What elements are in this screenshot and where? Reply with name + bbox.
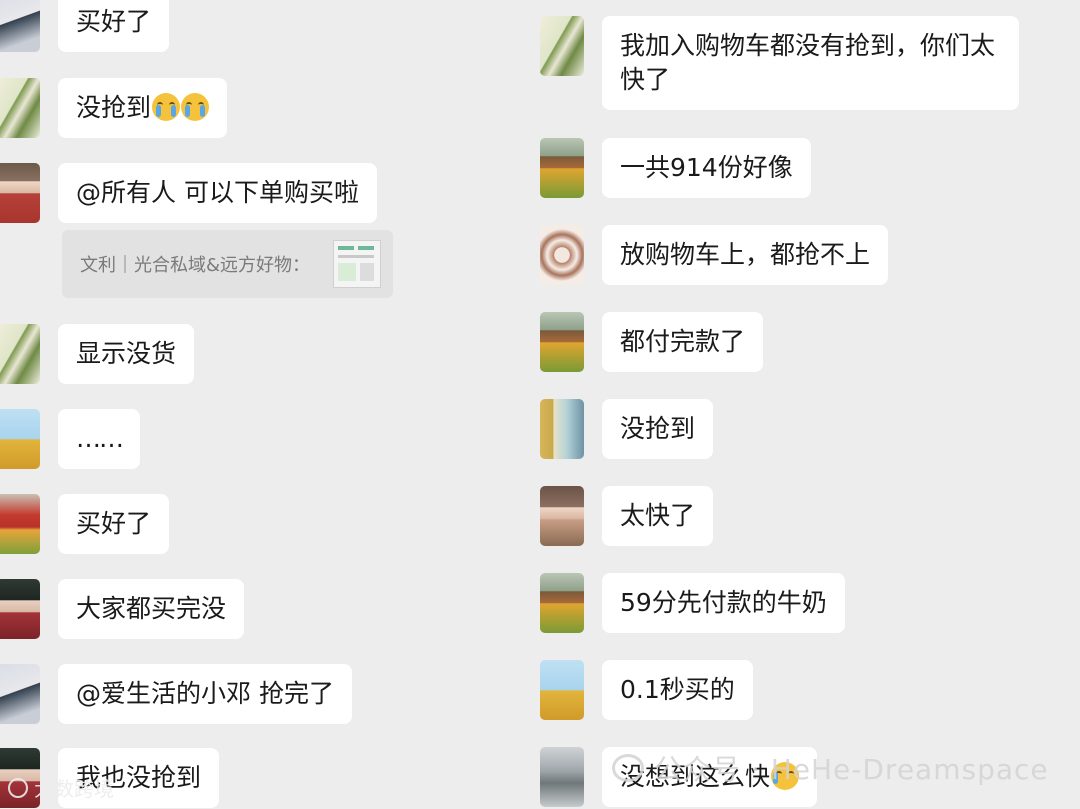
message-row: 0.1秒买的 <box>540 660 753 720</box>
message-bubble[interactable]: 买好了 <box>58 0 170 52</box>
avatar[interactable] <box>0 0 40 52</box>
avatar[interactable] <box>540 16 584 76</box>
message-row: 都付完款了 <box>540 312 764 372</box>
crying-face-icon <box>152 93 181 121</box>
avatar[interactable] <box>540 573 584 633</box>
right-chat-column: 我加入购物车都没有抢到，你们太 快了 一共914份好像 放购物车上，都抢不上 都… <box>540 0 1080 809</box>
message-bubble[interactable]: 没抢到 <box>602 399 714 459</box>
avatar[interactable] <box>540 399 584 459</box>
avatar[interactable] <box>540 138 584 198</box>
message-row: 大家都买完没 <box>0 579 245 639</box>
quote-text: 文利｜光合私域&远方好物： <box>80 255 311 276</box>
brand-text: 大数跨境 <box>34 777 114 801</box>
avatar[interactable] <box>0 579 40 639</box>
avatar[interactable] <box>0 78 40 138</box>
message-row: 我加入购物车都没有抢到，你们太 快了 <box>540 16 1019 110</box>
message-row: 太快了 <box>540 486 714 546</box>
message-bubble[interactable]: 放购物车上，都抢不上 <box>602 225 889 285</box>
message-text: 没抢到 <box>76 93 152 122</box>
message-text-line: 我加入购物车都没有抢到，你们太 <box>620 31 996 60</box>
avatar[interactable] <box>540 312 584 372</box>
message-bubble[interactable]: 太快了 <box>602 486 714 546</box>
message-row: 买好了 <box>0 494 170 554</box>
message-bubble[interactable]: 大家都买完没 <box>58 579 245 639</box>
message-bubble[interactable]: 显示没货 <box>58 324 195 384</box>
message-row: …… <box>0 409 140 469</box>
message-row: 一共914份好像 <box>540 138 811 198</box>
avatar[interactable] <box>0 664 40 724</box>
avatar[interactable] <box>0 409 40 469</box>
avatar[interactable] <box>540 486 584 546</box>
message-bubble[interactable]: @爱生活的小邓 抢完了 <box>58 664 352 724</box>
quoted-message[interactable]: 文利｜光合私域&远方好物： <box>62 230 393 298</box>
message-row: 放购物车上，都抢不上 <box>540 225 889 285</box>
watermark-text: 公众号 · HeHe-Dreamspace <box>654 753 1049 786</box>
message-bubble[interactable]: 59分先付款的牛奶 <box>602 573 845 633</box>
message-bubble[interactable]: 我加入购物车都没有抢到，你们太 快了 <box>602 16 1019 110</box>
avatar[interactable] <box>0 324 40 384</box>
watermark: 公众号 · HeHe-Dreamspace <box>612 748 1049 788</box>
brand-logo-icon <box>8 778 28 798</box>
message-row: 买好了 <box>0 0 170 52</box>
message-row: 59分先付款的牛奶 <box>540 573 845 633</box>
message-bubble[interactable]: 没抢到 <box>58 78 228 138</box>
message-bubble[interactable]: 都付完款了 <box>602 312 764 372</box>
message-text-line: 快了 <box>620 65 671 94</box>
message-row: @所有人 可以下单购买啦 <box>0 163 377 223</box>
left-chat-column: 买好了 没抢到 @所有人 可以下单购买啦 文利｜光合私域&远方好物： 显示没货 … <box>0 0 540 809</box>
crying-face-icon <box>181 93 210 121</box>
avatar[interactable] <box>540 747 584 807</box>
message-row: @爱生活的小邓 抢完了 <box>0 664 352 724</box>
brand-watermark: 大数跨境 <box>8 773 114 802</box>
quote-thumbnail-icon <box>333 240 381 288</box>
avatar[interactable] <box>0 494 40 554</box>
message-bubble[interactable]: …… <box>58 409 140 469</box>
avatar[interactable] <box>540 660 584 720</box>
message-bubble[interactable]: 买好了 <box>58 494 170 554</box>
avatar[interactable] <box>0 163 40 223</box>
message-bubble[interactable]: 0.1秒买的 <box>602 660 753 720</box>
wechat-icon <box>612 754 644 782</box>
message-row: 没抢到 <box>540 399 714 459</box>
avatar[interactable] <box>540 225 584 285</box>
message-bubble[interactable]: @所有人 可以下单购买啦 <box>58 163 377 223</box>
message-row: 没抢到 <box>0 78 228 138</box>
message-bubble[interactable]: 一共914份好像 <box>602 138 811 198</box>
message-row: 显示没货 <box>0 324 195 384</box>
